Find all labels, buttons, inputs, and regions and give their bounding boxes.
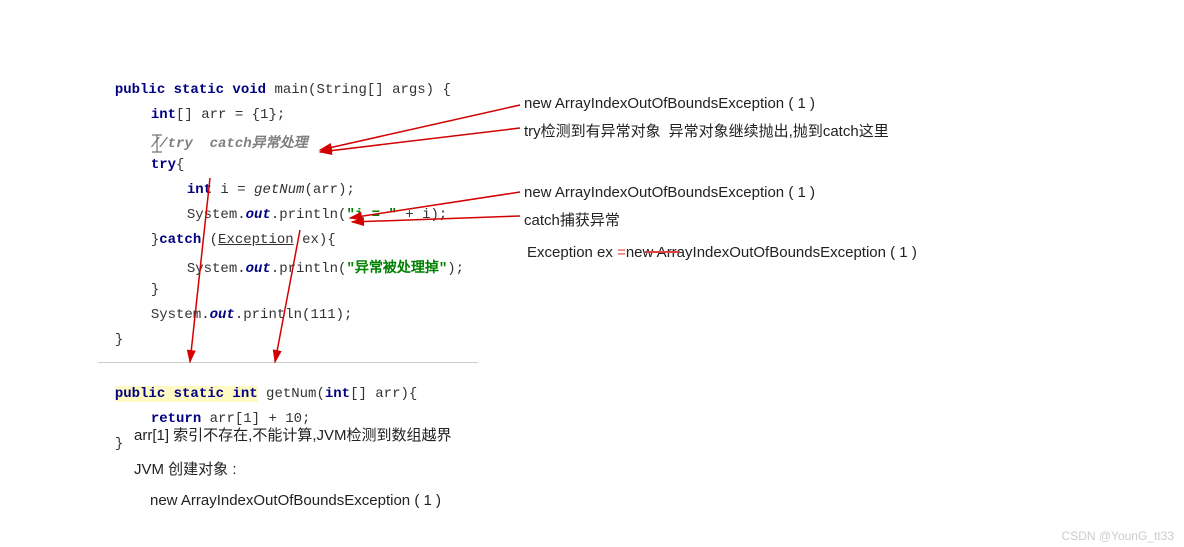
annot-catch-capture: catch捕获异常 <box>524 209 620 230</box>
watermark: CSDN @YounG_tt33 <box>1062 529 1174 543</box>
annot-try-detect: try检测到有异常对象异常对象继续抛出,抛到catch这里 <box>524 120 889 141</box>
line-catch-body: System.out.println("异常被处理掉"); <box>170 241 464 277</box>
annot-new-exception-3: new ArrayIndexOutOfBoundsException ( 1 ) <box>150 492 441 509</box>
annot-new-exception-2: new ArrayIndexOutOfBoundsException ( 1 ) <box>524 184 815 201</box>
line-println-111: System.out.println(111); <box>134 291 352 323</box>
annot-exception-assign: Exception ex =new ArrayIndexOutOfBoundsE… <box>527 244 917 261</box>
annot-new-exception-1: new ArrayIndexOutOfBoundsException ( 1 ) <box>524 95 815 112</box>
line-main-close: } <box>98 316 123 348</box>
annot-arr1-invalid: arr[1] 索引不存在,不能计算,JVM检测到数组越界 <box>134 424 452 445</box>
annot-jvm-create: JVM 创建对象 : <box>134 458 237 479</box>
getnum-close: } <box>98 420 123 452</box>
getnum-return: return arr[1] + 10; <box>134 395 310 427</box>
